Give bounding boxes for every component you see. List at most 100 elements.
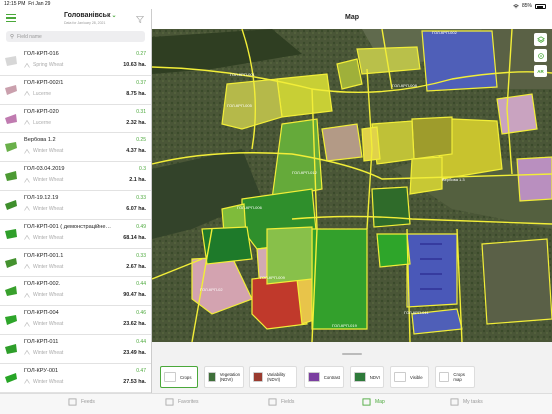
filter-icon[interactable] [136, 16, 144, 23]
map-canvas[interactable]: ГОЛ-КРП-001 ГОЛ-КРП-006 ГОЛ-КРП-012 ГОЛ-… [152, 29, 552, 342]
map-label: ГОЛ-КРП-001 [230, 72, 256, 77]
field-crop: Winter Wheat [24, 177, 63, 183]
field-polygon[interactable] [376, 233, 411, 268]
layer-button[interactable]: Crops map [435, 366, 475, 388]
field-crop: Lucerne [24, 120, 51, 126]
crop-icon [24, 292, 30, 298]
field-list-item[interactable]: ГОЛ-КРП-002/1 0.37 Lucerne 8.75 ha. [0, 76, 151, 105]
field-area: 2.67 ha. [126, 263, 146, 270]
field-name: ГОЛ-КРП-002. [24, 281, 61, 288]
field-crop: Winter Wheat [24, 292, 63, 298]
map-label: ГОЛ-КРП-006 [237, 205, 263, 210]
tab-map[interactable]: Map [362, 398, 385, 406]
field-polygon[interactable] [409, 156, 443, 195]
layer-label: Visible [410, 374, 423, 380]
map-label: ГОЛ-КРП-019 [332, 323, 358, 328]
layer-button[interactable]: NDVI [350, 366, 384, 388]
layer-button[interactable]: Vegetation (NDVI) [204, 366, 244, 388]
layer-swatch [253, 372, 263, 382]
field-polygon[interactable] [371, 186, 411, 228]
layer-button[interactable]: Visible [390, 366, 429, 388]
field-area: 6.07 ha. [126, 205, 146, 212]
layer-button[interactable]: Contrast [304, 366, 344, 388]
search-input[interactable]: ⚲ Field name [6, 31, 145, 42]
crop-icon [24, 235, 30, 240]
field-list-item[interactable]: ГОЛ-КРП-001 ( демонстрацiйне… 0.49 Winter … [0, 220, 151, 249]
tab-icon [268, 398, 277, 406]
field-polygon[interactable] [516, 156, 552, 202]
layer-button[interactable]: Variability (NDVI) [249, 366, 297, 388]
data-date: Data for Jan/uary 28, 2021 [64, 21, 106, 25]
menu-icon[interactable] [6, 14, 16, 22]
field-polygon[interactable] [276, 73, 333, 118]
tab-favorites[interactable]: Favorites [165, 398, 199, 406]
field-list-item[interactable]: ГОЛ-КРП-016 0.27 Spring Wheat 10.63 ha. [0, 47, 151, 76]
field-list-item[interactable]: ГОЛ-КРУ-001 0.47 Winter Wheat 27.53 ha. [0, 364, 151, 393]
ar-button[interactable]: AR [534, 65, 547, 77]
location-icon [537, 52, 544, 59]
field-polygon[interactable] [421, 30, 498, 92]
field-ndvi: 0.25 [136, 137, 146, 144]
field-shape-icon [5, 199, 17, 210]
field-list-item[interactable]: ГОЛ-КРП-001.1 0.33 Winter Wheat 2.67 ha. [0, 249, 151, 278]
layer-label: NDVI [369, 374, 380, 380]
field-list-item[interactable]: ГОЛ-КРП-002. 0.44 Winter Wheat 90.47 ha. [0, 277, 151, 307]
field-crop: Winter Wheat [24, 264, 63, 270]
layer-swatch [308, 372, 320, 382]
layer-swatch [164, 372, 176, 382]
location-button[interactable] [534, 49, 547, 62]
crop-icon [24, 91, 30, 96]
crop-icon [24, 264, 30, 269]
field-name: ГОЛ-КРП-001 ( демонстрацiйне… [24, 223, 112, 230]
satellite-map[interactable]: ГОЛ-КРП-001 ГОЛ-КРП-006 ГОЛ-КРП-012 ГОЛ-… [152, 29, 552, 342]
field-list-item[interactable]: ГОЛ-03.04.2019 0.3 Winter Wheat 2.1 ha. [0, 162, 151, 191]
field-name: Вербова 1.2 [24, 137, 56, 144]
field-area: 23.62 ha. [123, 321, 146, 328]
status-time: 12:15 PM Fri Jan 29 [4, 1, 51, 7]
field-polygon[interactable] [336, 58, 363, 90]
layer-swatch [354, 372, 366, 382]
field-ndvi: 0.49 [136, 223, 146, 230]
layer-button[interactable]: Crops [160, 366, 198, 388]
field-crop: Winter Wheat [24, 206, 63, 212]
map-label: Вербова 1.3 [442, 177, 465, 182]
field-polygon[interactable] [406, 233, 458, 308]
layer-label: Crops map [453, 372, 465, 382]
field-area: 2.1 ha. [129, 177, 146, 184]
field-list-item[interactable]: ГОЛ-КРП-020 0.31 Lucerne 2.32 ha. [0, 105, 151, 134]
field-crop: Winter Wheat [24, 235, 63, 241]
tab-icon [165, 398, 174, 406]
tab-my-tasks[interactable]: My tasks [450, 398, 483, 406]
field-ndvi: 0.31 [136, 108, 146, 115]
tab-fields[interactable]: Fields [268, 398, 294, 406]
field-list-item[interactable]: Вербова 1.2 0.25 Winter Wheat 4.37 ha. [0, 133, 151, 163]
layer-selector: Crops Vegetation (NDVI) Variability (NDVI)… [152, 342, 552, 393]
tab-icon [68, 398, 77, 406]
field-shape-icon [5, 56, 17, 66]
crop-icon [24, 148, 30, 154]
field-name: ГОЛ-КРП-002/1 [24, 79, 64, 86]
field-crop: Winter Wheat [24, 321, 63, 327]
drag-handle[interactable] [342, 353, 362, 355]
field-polygon[interactable] [321, 123, 363, 162]
map-header: Map [152, 9, 552, 29]
field-polygon[interactable] [311, 228, 368, 330]
field-list-item[interactable]: ГОЛ-19.12.19 0.33 Winter Wheat 6.07 ha. [0, 191, 151, 220]
map-label: ГОЛ-КРП-012 [292, 170, 318, 175]
field-list-item[interactable]: ГОЛ-КРП-004 0.46 Winter Wheat 23.62 ha. [0, 306, 151, 335]
field-polygon[interactable] [411, 116, 453, 160]
layers-button[interactable] [534, 33, 547, 46]
field-area: 4.37 ha. [126, 148, 146, 155]
tab-feeds[interactable]: Feeds [68, 398, 95, 406]
season-selector[interactable]: Голованівськ⌄ [64, 12, 117, 19]
field-list-item[interactable]: ГОЛ-КРП-011 0.44 Winter Wheat 23.49 ha. [0, 335, 151, 364]
field-shape-icon [5, 257, 17, 268]
field-ndvi: 0.33 [136, 194, 146, 201]
field-polygon[interactable] [496, 93, 538, 135]
field-polygon[interactable] [481, 238, 552, 325]
field-shape-icon [5, 286, 17, 297]
crop-icon [24, 379, 30, 384]
crop-icon [24, 177, 30, 183]
map-label: ГОЛ-КРП-008 [392, 83, 418, 88]
field-crop: Winter Wheat [24, 350, 63, 356]
